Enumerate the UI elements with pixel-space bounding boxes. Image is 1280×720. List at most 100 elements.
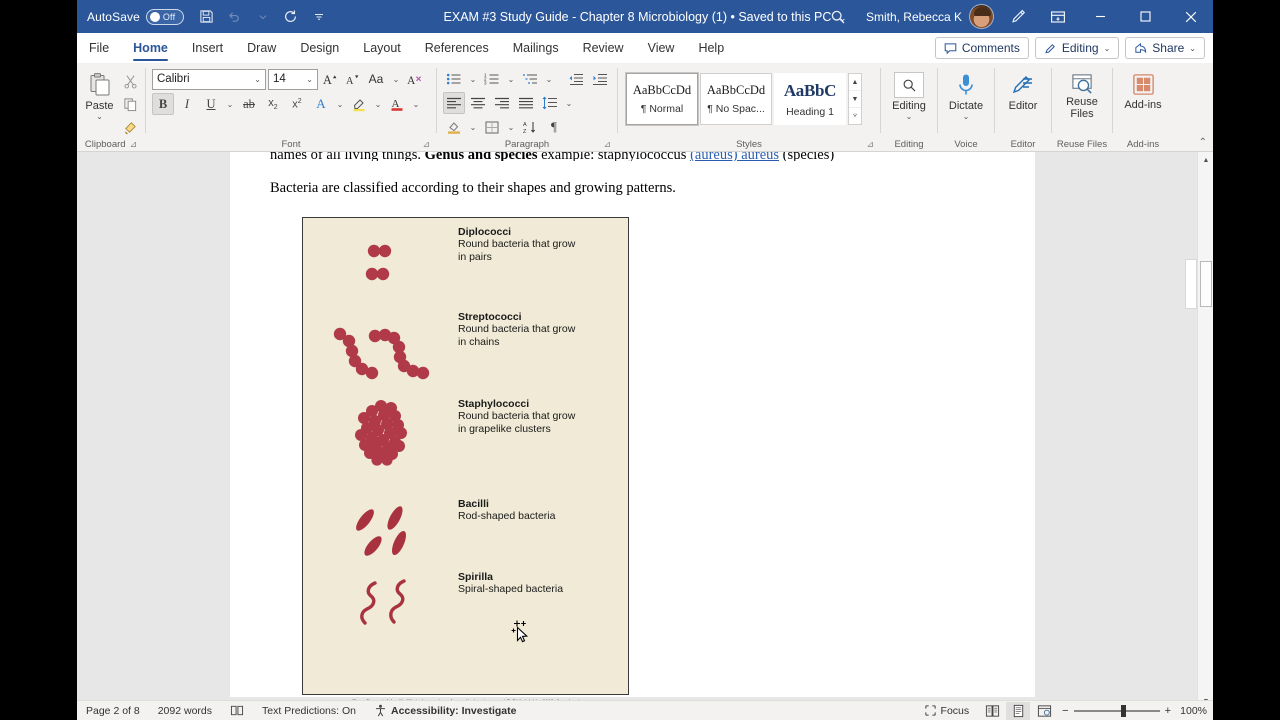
copy-icon[interactable] xyxy=(119,93,141,115)
tab-mailings[interactable]: Mailings xyxy=(501,33,571,63)
shrink-font-icon[interactable]: A xyxy=(342,68,362,90)
zoom-out-button[interactable]: − xyxy=(1062,705,1068,717)
style-no-spacing[interactable]: AaBbCcDd ¶ No Spac... xyxy=(700,73,772,125)
change-case-icon[interactable]: Aa xyxy=(364,68,388,90)
editing-mode-button[interactable]: Editing ⌄ xyxy=(1034,37,1120,59)
navigation-strip[interactable] xyxy=(1185,259,1197,309)
addins-button[interactable]: Add-ins xyxy=(1118,68,1168,112)
chevron-down-icon[interactable]: ⌄ xyxy=(467,116,479,138)
editor-button[interactable]: Editor xyxy=(999,68,1047,113)
reuse-files-button[interactable]: Reuse Files xyxy=(1057,68,1107,120)
editing-button[interactable]: Editing ⌄ xyxy=(885,68,933,121)
tab-help[interactable]: Help xyxy=(686,33,736,63)
dictate-button[interactable]: Dictate ⌄ xyxy=(942,68,990,121)
accessibility-status[interactable]: Accessibility: Investigate xyxy=(365,704,525,717)
chevron-down-icon[interactable]: ⌄ xyxy=(467,68,479,90)
format-painter-icon[interactable] xyxy=(119,116,141,138)
increase-indent-icon[interactable] xyxy=(589,68,611,90)
italic-icon[interactable]: I xyxy=(176,93,198,115)
chevron-down-icon[interactable]: ⌄ xyxy=(1189,44,1196,53)
tab-review[interactable]: Review xyxy=(571,33,636,63)
paste-button[interactable]: Paste ⌄ xyxy=(81,68,118,121)
web-layout-icon[interactable] xyxy=(1032,702,1056,720)
bold-icon[interactable]: B xyxy=(152,93,174,115)
show-marks-icon[interactable]: ¶ xyxy=(543,116,565,138)
avatar[interactable] xyxy=(969,4,994,29)
search-icon[interactable] xyxy=(818,0,858,33)
styles-scroll-up-icon[interactable]: ▲ xyxy=(849,74,861,91)
align-right-icon[interactable] xyxy=(491,92,513,114)
styles-dialog-launcher-icon[interactable]: ⊿ xyxy=(866,139,874,150)
tab-view[interactable]: View xyxy=(636,33,687,63)
numbering-icon[interactable]: 123 xyxy=(481,68,503,90)
bullets-icon[interactable] xyxy=(443,68,465,90)
chevron-down-icon[interactable]: ⌄ xyxy=(372,93,384,115)
chevron-down-icon[interactable]: ⌄ xyxy=(224,93,236,115)
redo-icon[interactable] xyxy=(278,5,304,29)
clear-formatting-icon[interactable]: A xyxy=(404,68,426,90)
chevron-down-icon[interactable]: ⌄ xyxy=(1104,44,1111,53)
superscript-icon[interactable]: x2 xyxy=(286,93,308,115)
zoom-level[interactable]: 100% xyxy=(1177,705,1207,717)
multilevel-list-icon[interactable] xyxy=(519,68,541,90)
subscript-icon[interactable]: x2 xyxy=(262,93,284,115)
grow-font-icon[interactable]: A xyxy=(320,68,340,90)
justify-icon[interactable] xyxy=(515,92,537,114)
cut-icon[interactable] xyxy=(119,70,141,92)
body-paragraph[interactable]: Bacteria are classified according to the… xyxy=(270,180,676,197)
bacteria-figure[interactable]: Diplococci Round bacteria that grow in p… xyxy=(302,217,629,695)
tab-home[interactable]: Home xyxy=(121,33,180,63)
share-button[interactable]: Share ⌄ xyxy=(1125,37,1205,59)
chevron-down-icon[interactable]: ⌄ xyxy=(96,112,103,121)
tab-file[interactable]: File xyxy=(77,33,121,63)
line-spacing-icon[interactable] xyxy=(539,92,561,114)
font-color-icon[interactable]: A xyxy=(386,93,408,115)
sort-icon[interactable]: AZ xyxy=(519,116,541,138)
tab-insert[interactable]: Insert xyxy=(180,33,235,63)
zoom-track[interactable] xyxy=(1073,704,1160,717)
chevron-down-icon[interactable]: ⌄ xyxy=(563,92,575,114)
zoom-thumb[interactable] xyxy=(1120,704,1126,717)
undo-icon[interactable] xyxy=(222,5,248,29)
tab-references[interactable]: References xyxy=(413,33,501,63)
account-button[interactable]: Smith, Rebecca K xyxy=(858,4,998,29)
chevron-down-icon[interactable]: ⌄ xyxy=(306,75,313,84)
document-canvas[interactable]: names of all living things. Genus and sp… xyxy=(77,152,1213,709)
style-normal[interactable]: AaBbCcDd ¶ Normal xyxy=(625,72,699,126)
close-button[interactable] xyxy=(1168,0,1213,33)
chevron-down-icon[interactable]: ⌄ xyxy=(254,75,261,84)
chevron-down-icon[interactable]: ⌄ xyxy=(334,93,346,115)
scroll-up-icon[interactable]: ▲ xyxy=(1198,152,1213,168)
chevron-down-icon[interactable]: ⌄ xyxy=(505,116,517,138)
document-page[interactable]: names of all living things. Genus and sp… xyxy=(230,152,1035,705)
font-size-input[interactable]: 14 ⌄ xyxy=(268,68,318,90)
zoom-slider[interactable]: − + xyxy=(1062,704,1171,717)
hyperlink[interactable]: (aureus) aureus xyxy=(690,152,779,161)
page-indicator[interactable]: Page 2 of 8 xyxy=(77,705,149,717)
shading-icon[interactable] xyxy=(443,116,465,138)
ribbon-display-icon[interactable] xyxy=(1038,0,1078,33)
chevron-down-icon[interactable]: ⌄ xyxy=(963,112,970,121)
paragraph-dialog-launcher-icon[interactable]: ⊿ xyxy=(603,139,611,150)
proofing-icon[interactable] xyxy=(221,704,253,717)
text-effects-icon[interactable]: A xyxy=(310,93,332,115)
styles-scroll[interactable]: ▲ ▼ ⩒ xyxy=(848,73,862,125)
collapse-ribbon-icon[interactable]: ⌃ xyxy=(1199,137,1207,148)
underline-icon[interactable]: U xyxy=(200,93,222,115)
zoom-in-button[interactable]: + xyxy=(1165,705,1171,717)
strikethrough-icon[interactable]: ab xyxy=(238,93,260,115)
text-highlight-icon[interactable] xyxy=(348,93,370,115)
font-dialog-launcher-icon[interactable]: ⊿ xyxy=(422,139,430,150)
chevron-down-icon[interactable]: ⌄ xyxy=(906,112,913,121)
undo-caret-icon[interactable] xyxy=(250,5,276,29)
clipboard-dialog-launcher-icon[interactable]: ⊿ xyxy=(130,139,138,150)
minimize-button[interactable] xyxy=(1078,0,1123,33)
borders-icon[interactable] xyxy=(481,116,503,138)
styles-scroll-down-icon[interactable]: ▼ xyxy=(849,91,861,108)
pen-icon[interactable] xyxy=(998,0,1038,33)
save-icon[interactable] xyxy=(194,5,220,29)
tab-design[interactable]: Design xyxy=(288,33,351,63)
focus-button[interactable]: Focus xyxy=(915,704,979,717)
document-title[interactable]: EXAM #3 Study Guide - Chapter 8 Microbio… xyxy=(444,10,832,24)
comments-button[interactable]: Comments xyxy=(934,37,1029,59)
